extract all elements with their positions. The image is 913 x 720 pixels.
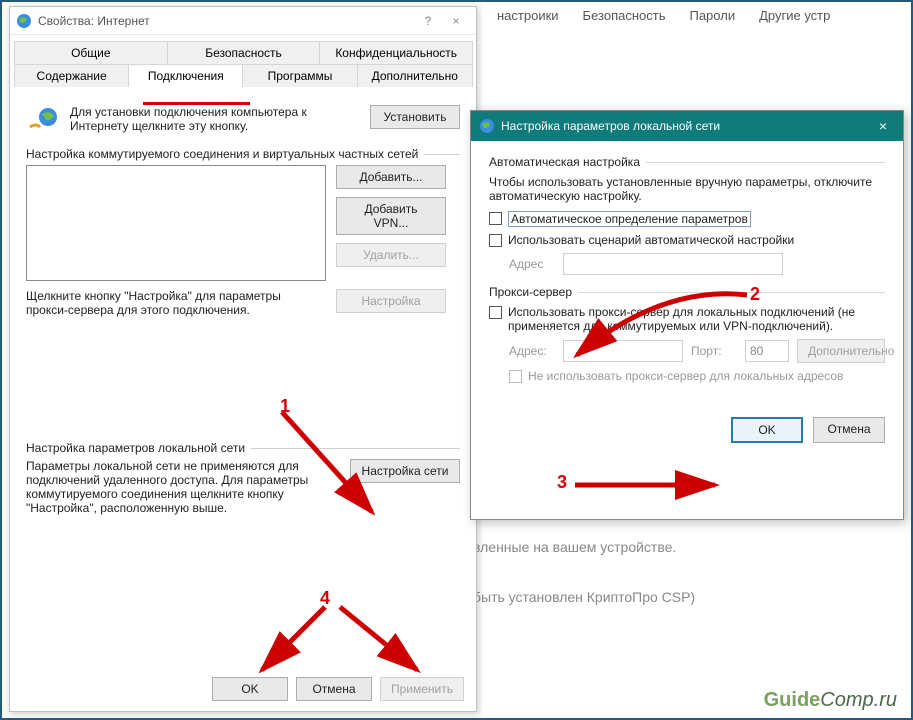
tab-content[interactable]: Содержание [14, 64, 129, 87]
script-address-label: Адрес [509, 257, 555, 271]
auto-config-text: Чтобы использовать установленные вручную… [489, 175, 885, 203]
dial-hint: Щелкните кнопку "Настройка" для параметр… [26, 289, 326, 317]
add-button[interactable]: Добавить... [336, 165, 446, 189]
lan-settings-window: Настройка параметров локальной сети × Ав… [470, 110, 904, 520]
bg-text-1: вленные на вашем устройстве. [473, 529, 911, 565]
proxy-label: Прокси-сервер [489, 285, 572, 299]
tab-programs[interactable]: Программы [242, 64, 357, 87]
titlebar[interactable]: Свойства: Интернет ? × [10, 7, 476, 35]
lan-window-title: Настройка параметров локальной сети [501, 119, 720, 133]
watermark: GuideComp.ru [764, 689, 897, 712]
dial-section-label: Настройка коммутируемого соединения и ви… [26, 147, 418, 161]
lan-ok-button[interactable]: OK [731, 417, 803, 443]
install-text: Для установки подключения компьютера к И… [70, 105, 360, 133]
bg-tab[interactable]: Пароли [689, 8, 735, 23]
proxy-port-label: Порт: [691, 344, 737, 358]
auto-config-label: Автоматическая настройка [489, 155, 640, 169]
bg-text-2: быть установлен КриптоПро CSP) [473, 579, 911, 615]
remove-button[interactable]: Удалить... [336, 243, 446, 267]
tab-security[interactable]: Безопасность [167, 41, 321, 64]
dial-connections-list[interactable] [26, 165, 326, 281]
use-script-label: Использовать сценарий автоматической нас… [508, 233, 794, 247]
bypass-local-checkbox[interactable] [509, 370, 522, 383]
window-title: Свойства: Интернет [38, 14, 150, 28]
cancel-button[interactable]: Отмена [296, 677, 372, 701]
bypass-local-label: Не использовать прокси-сервер для локаль… [528, 369, 843, 383]
add-vpn-button[interactable]: Добавить VPN... [336, 197, 446, 235]
proxy-address-input[interactable] [563, 340, 683, 362]
auto-detect-label: Автоматическое определение параметров [508, 211, 751, 227]
proxy-address-label: Адрес: [509, 344, 555, 358]
bg-tab[interactable]: Другие устр [759, 8, 830, 23]
tab-advanced[interactable]: Дополнительно [357, 64, 473, 87]
script-address-input[interactable] [563, 253, 783, 275]
install-button[interactable]: Установить [370, 105, 460, 129]
browser-tabs: настроики Безопасность Пароли Другие уст… [481, 2, 911, 29]
use-proxy-checkbox[interactable] [489, 306, 502, 319]
tab-privacy[interactable]: Конфиденциальность [319, 41, 473, 64]
help-button[interactable]: ? [414, 14, 442, 28]
ok-button[interactable]: OK [212, 677, 288, 701]
lan-section-label: Настройка параметров локальной сети [26, 441, 245, 455]
bg-tab[interactable]: настроики [497, 8, 559, 23]
internet-properties-window: Свойства: Интернет ? × Общие Безопасност… [9, 6, 477, 712]
apply-button[interactable]: Применить [380, 677, 464, 701]
dialog-buttons: OK Отмена Применить [212, 677, 464, 701]
lan-text: Параметры локальной сети не применяются … [26, 459, 340, 515]
dial-settings-button[interactable]: Настройка [336, 289, 446, 313]
globe-icon [479, 118, 495, 134]
globe-icon [16, 13, 32, 29]
lan-titlebar[interactable]: Настройка параметров локальной сети × [471, 111, 903, 141]
close-button[interactable]: × [442, 14, 470, 28]
bg-tab[interactable]: Безопасность [583, 8, 666, 23]
use-script-checkbox[interactable] [489, 234, 502, 247]
proxy-port-input[interactable] [745, 340, 789, 362]
lan-cancel-button[interactable]: Отмена [813, 417, 885, 443]
proxy-advanced-button[interactable]: Дополнительно [797, 339, 885, 363]
auto-detect-checkbox[interactable] [489, 212, 502, 225]
lan-settings-button[interactable]: Настройка сети [350, 459, 460, 483]
connection-wizard-icon [26, 105, 60, 133]
lan-close-button[interactable]: × [871, 118, 895, 134]
tab-general[interactable]: Общие [14, 41, 168, 64]
use-proxy-label: Использовать прокси-сервер для локальных… [508, 305, 885, 333]
tab-connections[interactable]: Подключения [128, 64, 243, 87]
tab-strip: Общие Безопасность Конфиденциальность Со… [10, 35, 476, 87]
